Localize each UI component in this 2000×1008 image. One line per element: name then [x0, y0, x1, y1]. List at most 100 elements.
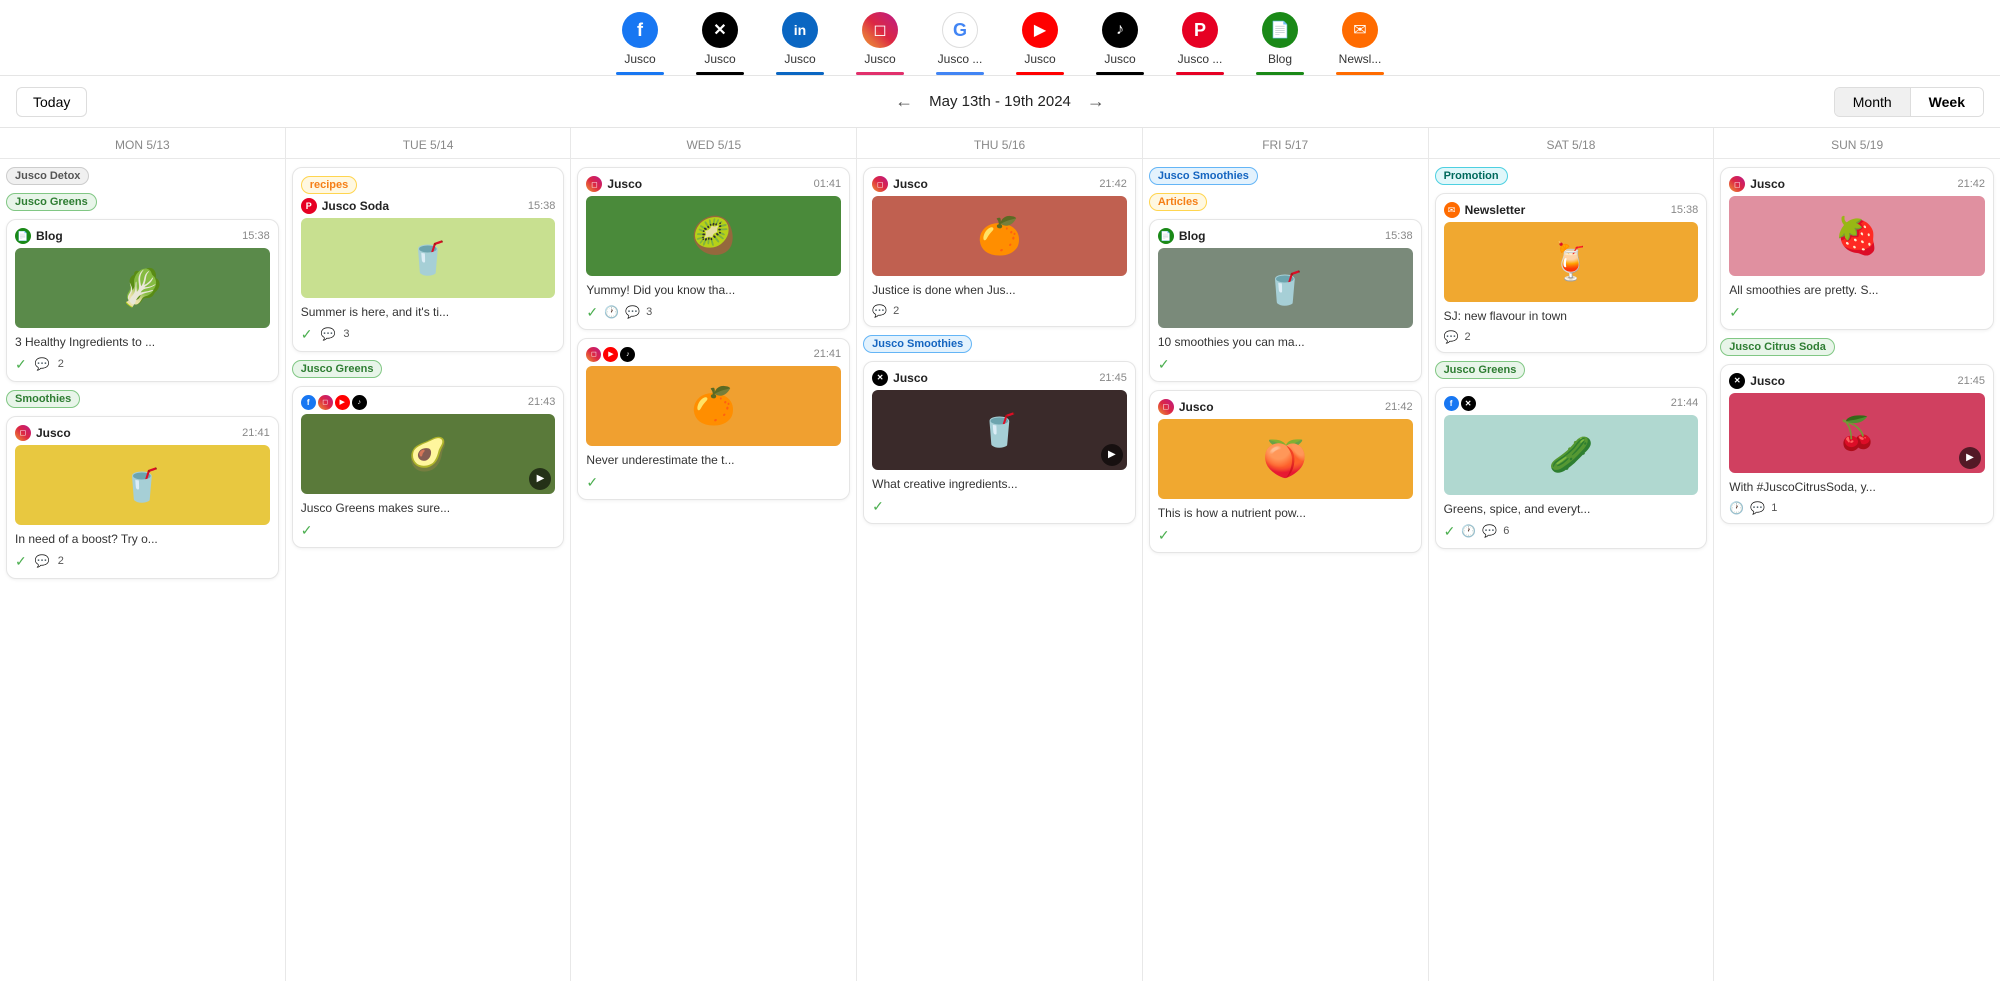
fb-icon-tue: f	[301, 395, 316, 410]
comment-icon-sat1: 💬	[1444, 330, 1459, 344]
nav-label-twitter: Jusco	[704, 52, 735, 66]
card-thu-2[interactable]: ✕ Jusco 21:45 🥤 ▶ What creative ingredie…	[863, 361, 1136, 524]
tag-promotion-sat: Promotion	[1435, 167, 1508, 185]
month-view-button[interactable]: Month	[1835, 88, 1911, 116]
youtube-icon: ▶	[1022, 12, 1058, 48]
card-image-sat2: 🥒	[1444, 415, 1699, 495]
week-view-button[interactable]: Week	[1911, 88, 1983, 116]
nav-item-youtube[interactable]: ▶ Jusco	[1000, 12, 1080, 75]
card-image-tue1: 🥤	[301, 218, 556, 298]
card-text-sun2: With #JuscoCitrusSoda, y...	[1729, 479, 1985, 496]
card-sun-2[interactable]: ✕ Jusco 21:45 🍒 ▶ With #JuscoCitrusSoda,…	[1720, 364, 1994, 524]
card-image-mon-ig: 🥤	[15, 445, 270, 525]
card-sun-1[interactable]: ◻ Jusco 21:42 🍓 All smoothies are pretty…	[1720, 167, 1994, 330]
prev-week-button[interactable]: ←	[895, 91, 913, 112]
card-platform-row-sat1: ✉ Newsletter 15:38	[1444, 202, 1699, 218]
top-nav: f Jusco ✕ Jusco in Jusco ◻ Jusco G Jusco…	[0, 0, 2000, 76]
card-text-tue1: Summer is here, and it's ti...	[301, 304, 556, 321]
platform-name-sun2: Jusco	[1750, 374, 1785, 388]
col-body-wed: ◻ Jusco 01:41 🥝 Yummy! Did you know tha.…	[571, 159, 856, 508]
nav-item-twitter[interactable]: ✕ Jusco	[680, 12, 760, 75]
nav-item-blog[interactable]: 📄 Blog	[1240, 12, 1320, 75]
nav-label-newsletter: Newsl...	[1339, 52, 1382, 66]
check-icon-wed2: ✓	[586, 474, 598, 491]
card-time-thu2: 21:45	[1099, 372, 1127, 384]
nav-item-tiktok[interactable]: ♪ Jusco	[1080, 12, 1160, 75]
clock-icon-sat2: 🕐	[1461, 524, 1476, 538]
card-tue-multi[interactable]: f ◻ ▶ ♪ 21:43 🥑 ▶ Jusco Greens makes sur…	[292, 386, 565, 548]
calendar-header: Today ← May 13th - 19th 2024 → Month Wee…	[0, 76, 2000, 128]
nav-label-linkedin: Jusco	[784, 52, 815, 66]
tag-jusco-citrus-soda: Jusco Citrus Soda	[1720, 338, 1835, 356]
card-thu-1[interactable]: ◻ Jusco 21:42 🍊 Justice is done when Jus…	[863, 167, 1136, 327]
card-time-2: 21:41	[242, 427, 270, 439]
today-button[interactable]: Today	[16, 87, 87, 117]
card-wed-2[interactable]: ◻ ▶ ♪ 21:41 🍊 Never underestimate the t.…	[577, 338, 850, 500]
ig-platform-icon: ◻	[15, 425, 31, 441]
card-footer-thu1: 💬 2	[872, 304, 1127, 318]
nav-item-facebook[interactable]: f Jusco	[600, 12, 680, 75]
week-navigation: ← May 13th - 19th 2024 →	[895, 91, 1105, 112]
card-platform-row-fri1: 📄 Blog 15:38	[1158, 228, 1413, 244]
comment-icon-tue1: 💬	[320, 327, 335, 341]
video-overlay-thu2: ▶	[1101, 444, 1123, 466]
card-text-wed2: Never underestimate the t...	[586, 452, 841, 469]
col-sat: SAT 5/18 Promotion ✉ Newsletter 15:38 🍹 …	[1429, 128, 1715, 981]
yt-icon-wed2: ▶	[603, 347, 618, 362]
platform-info-sun2: ✕ Jusco	[1729, 373, 1785, 389]
card-text-tue2: Jusco Greens makes sure...	[301, 500, 556, 517]
platform-icons-wed2: ◻ ▶ ♪	[586, 347, 635, 362]
card-time-sat1: 15:38	[1671, 204, 1699, 216]
tag-jusco-detox: Jusco Detox	[6, 167, 89, 185]
card-platform-row-thu1: ◻ Jusco 21:42	[872, 176, 1127, 192]
card-sat-2[interactable]: f ✕ 21:44 🥒 Greens, spice, and everyt...…	[1435, 387, 1708, 549]
card-footer-tue2: ✓	[301, 522, 556, 539]
platform-name-fri1: Blog	[1179, 229, 1206, 243]
card-tue-pinterest[interactable]: recipes P Jusco Soda 15:38 🥤 Summer is h…	[292, 167, 565, 352]
next-week-button[interactable]: →	[1087, 91, 1105, 112]
card-text-wed1: Yummy! Did you know tha...	[586, 282, 841, 299]
card-fri-1[interactable]: 📄 Blog 15:38 🥤 10 smoothies you can ma..…	[1149, 219, 1422, 382]
comment-icon-thu1: 💬	[872, 304, 887, 318]
nav-item-linkedin[interactable]: in Jusco	[760, 12, 840, 75]
col-header-sat: SAT 5/18	[1429, 128, 1714, 159]
video-overlay-tue: ▶	[529, 468, 551, 490]
col-body-fri: Jusco Smoothies Articles 📄 Blog 15:38 🥤 …	[1143, 159, 1428, 561]
card-fri-2[interactable]: ◻ Jusco 21:42 🍑 This is how a nutrient p…	[1149, 390, 1422, 553]
tiktok-icon: ♪	[1102, 12, 1138, 48]
tag-jusco-greens-tue: Jusco Greens	[292, 360, 383, 378]
col-header-sun: SUN 5/19	[1714, 128, 2000, 159]
google-icon: G	[942, 12, 978, 48]
check-icon-fri2: ✓	[1158, 527, 1170, 544]
nav-item-instagram[interactable]: ◻ Jusco	[840, 12, 920, 75]
comment-count-sat2: 6	[1503, 525, 1509, 537]
platform-info-wed1: ◻ Jusco	[586, 176, 642, 192]
card-mon-blog[interactable]: 📄 Blog 15:38 🥬 3 Healthy Ingredients to …	[6, 219, 279, 382]
col-body-sun: ◻ Jusco 21:42 🍓 All smoothies are pretty…	[1714, 159, 2000, 532]
tt-icon-wed2: ♪	[620, 347, 635, 362]
nav-item-google[interactable]: G Jusco ...	[920, 12, 1000, 75]
ig-icon-wed1: ◻	[586, 176, 602, 192]
platform-name-wed1: Jusco	[607, 177, 642, 191]
nav-underline-twitter	[696, 72, 744, 75]
card-footer-mon-ig: ✓ 💬 2	[15, 553, 270, 570]
card-sat-1[interactable]: ✉ Newsletter 15:38 🍹 SJ: new flavour in …	[1435, 193, 1708, 353]
tag-jusco-smoothies-thu: Jusco Smoothies	[863, 335, 972, 353]
ig-icon-sun1: ◻	[1729, 176, 1745, 192]
nav-item-pinterest[interactable]: P Jusco ...	[1160, 12, 1240, 75]
instagram-icon: ◻	[862, 12, 898, 48]
comment-count-thu1: 2	[893, 305, 899, 317]
platform-name-thu1: Jusco	[893, 177, 928, 191]
card-image-sun1: 🍓	[1729, 196, 1985, 276]
col-wed: WED 5/15 ◻ Jusco 01:41 🥝 Yummy! Did you …	[571, 128, 857, 981]
check-icon: ✓	[15, 356, 27, 373]
platform-icons-sat2: f ✕	[1444, 396, 1476, 411]
col-fri: FRI 5/17 Jusco Smoothies Articles 📄 Blog…	[1143, 128, 1429, 981]
card-text-thu1: Justice is done when Jus...	[872, 282, 1127, 299]
platform-name-tue1: Jusco Soda	[322, 199, 389, 213]
col-header-fri: FRI 5/17	[1143, 128, 1428, 159]
card-platform-row-fri2: ◻ Jusco 21:42	[1158, 399, 1413, 415]
nav-item-newsletter[interactable]: ✉ Newsl...	[1320, 12, 1400, 75]
card-wed-1[interactable]: ◻ Jusco 01:41 🥝 Yummy! Did you know tha.…	[577, 167, 850, 330]
card-mon-ig[interactable]: ◻ Jusco 21:41 🥤 In need of a boost? Try …	[6, 416, 279, 579]
